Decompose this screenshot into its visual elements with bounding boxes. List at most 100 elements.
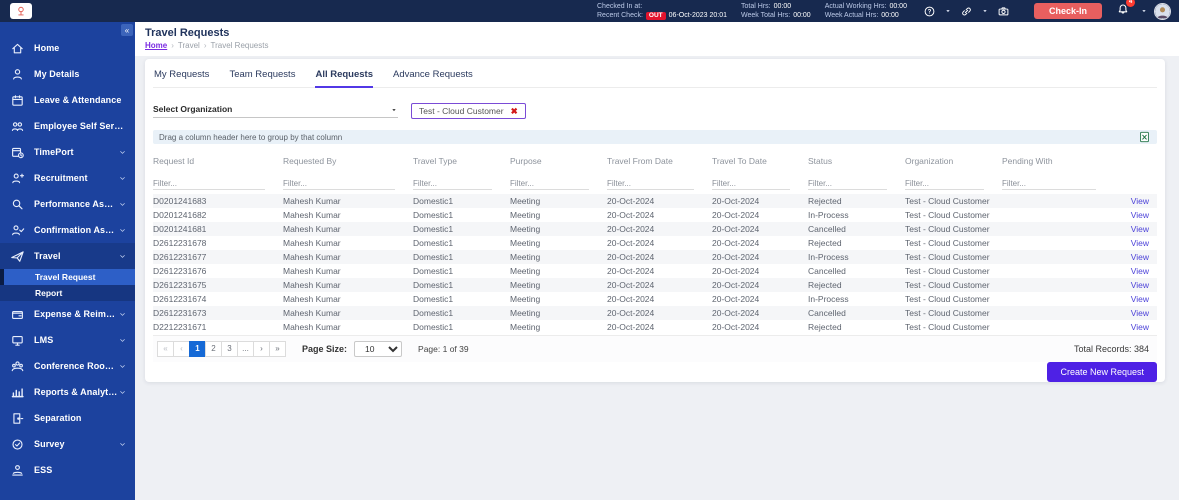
- sidebar-item-reports-analytics[interactable]: Reports & Analytics: [0, 379, 135, 405]
- page-title: Travel Requests: [145, 27, 230, 39]
- sidebar-item-employee-self-service[interactable]: Employee Self Service: [0, 113, 135, 139]
- cell-requested-by: Mahesh Kumar: [283, 294, 341, 304]
- cell-actions: View: [1114, 210, 1157, 220]
- filter-input-organization[interactable]: [905, 178, 984, 190]
- view-link[interactable]: View: [1131, 294, 1149, 304]
- column-header-label[interactable]: Request Id: [153, 156, 194, 166]
- view-link[interactable]: View: [1131, 238, 1149, 248]
- sidebar-subitem-travel-request[interactable]: Travel Request: [0, 269, 135, 285]
- view-link[interactable]: View: [1131, 280, 1149, 290]
- cell-status: Rejected: [808, 322, 842, 332]
- cell-requested-by: Mahesh Kumar: [283, 252, 341, 262]
- filter-input-travel-type[interactable]: [413, 178, 492, 190]
- app-logo[interactable]: [10, 3, 32, 19]
- camera-icon[interactable]: [997, 5, 1010, 18]
- filter-input-pending-with[interactable]: [1002, 178, 1096, 190]
- cell-organization: Test - Cloud Customer: [905, 196, 990, 206]
- column-header-label[interactable]: Travel To Date: [712, 156, 767, 166]
- cell-to-date: 20-Oct-2024: [712, 238, 760, 248]
- organization-select[interactable]: Select Organization: [153, 104, 398, 118]
- filter-input-travel-from-date[interactable]: [607, 178, 694, 190]
- pager-button-8250[interactable]: ›: [253, 341, 270, 357]
- view-link[interactable]: View: [1131, 266, 1149, 276]
- chevron-down-icon[interactable]: [944, 7, 952, 15]
- column-header-label[interactable]: Purpose: [510, 156, 542, 166]
- sidebar: « Home My Details Leave & Attendance Employ…: [0, 22, 135, 500]
- column-header-label[interactable]: Travel Type: [413, 156, 457, 166]
- monitor-icon: [10, 333, 25, 348]
- sidebar-item-conference-room-booking[interactable]: Conference Room Booking: [0, 353, 135, 379]
- notification-count-badge: 4: [1126, 0, 1135, 7]
- chevron-down-icon: [118, 148, 127, 157]
- view-link[interactable]: View: [1131, 196, 1149, 206]
- cell-from-date: 20-Oct-2024: [607, 210, 655, 220]
- organization-select-label: Select Organization: [153, 104, 233, 114]
- cell-actions: View: [1114, 224, 1157, 234]
- week-total-hrs-label: Week Total Hrs:: [741, 12, 791, 19]
- sidebar-item-lms[interactable]: LMS: [0, 327, 135, 353]
- cell-status: Cancelled: [808, 308, 846, 318]
- sidebar-subitem-report[interactable]: Report: [0, 285, 135, 301]
- sidebar-collapse-button[interactable]: «: [121, 24, 133, 36]
- tab-all-requests[interactable]: All Requests: [315, 69, 373, 88]
- cell-travel-type: Domestic1: [413, 252, 454, 262]
- sidebar-item-expense-reimbursement[interactable]: Expense & Reimbursement: [0, 301, 135, 327]
- link-icon[interactable]: [960, 5, 973, 18]
- create-new-request-button[interactable]: Create New Request: [1047, 362, 1157, 382]
- check-circle-icon: [10, 437, 25, 452]
- column-header-label[interactable]: Requested By: [283, 156, 336, 166]
- check-info-column: Checked In at: Recent Check: OUT 06-Oct-…: [597, 2, 727, 20]
- breadcrumb: Home › Travel › Travel Requests: [145, 41, 1169, 50]
- column-header-label[interactable]: Travel From Date: [607, 156, 673, 166]
- sidebar-item-survey[interactable]: Survey: [0, 431, 135, 457]
- help-icon[interactable]: ?: [923, 5, 936, 18]
- check-in-button[interactable]: Check-In: [1033, 3, 1102, 19]
- notifications-bell[interactable]: 4: [1116, 0, 1135, 21]
- cell-purpose: Meeting: [510, 252, 541, 262]
- pager-button-187[interactable]: »: [269, 341, 286, 357]
- column-header-label[interactable]: Organization: [905, 156, 953, 166]
- cell-actions: View: [1114, 196, 1157, 206]
- sidebar-item-timeport[interactable]: TimePort: [0, 139, 135, 165]
- excel-export-icon[interactable]: [1138, 130, 1151, 144]
- chevron-down-icon[interactable]: [981, 7, 989, 15]
- column-header-label[interactable]: Status: [808, 156, 832, 166]
- chip-remove-icon[interactable]: ✖: [511, 107, 518, 116]
- sidebar-item-home[interactable]: Home: [0, 35, 135, 61]
- breadcrumb-travel: Travel: [177, 41, 200, 50]
- view-link[interactable]: View: [1131, 252, 1149, 262]
- tab-team-requests[interactable]: Team Requests: [229, 69, 295, 88]
- chevron-down-icon[interactable]: [1140, 7, 1148, 15]
- sidebar-item-separation[interactable]: Separation: [0, 405, 135, 431]
- page-size-select[interactable]: 10: [354, 341, 403, 357]
- breadcrumb-home[interactable]: Home: [145, 41, 167, 50]
- pager-button-8249: ‹: [173, 341, 190, 357]
- pager-button-50[interactable]: 2: [205, 341, 222, 357]
- pager-button-51[interactable]: 3: [221, 341, 238, 357]
- cell-purpose: Meeting: [510, 210, 541, 220]
- avatar[interactable]: [1154, 2, 1171, 20]
- sidebar-item-my-details[interactable]: My Details: [0, 61, 135, 87]
- pager-button-ellipsis[interactable]: ...: [237, 341, 254, 357]
- people-icon: [10, 119, 25, 134]
- view-link[interactable]: View: [1131, 210, 1149, 220]
- pager-button-49[interactable]: 1: [189, 341, 206, 357]
- sidebar-item-recruitment[interactable]: Recruitment: [0, 165, 135, 191]
- view-link[interactable]: View: [1131, 224, 1149, 234]
- sidebar-item-performance-assessment[interactable]: Performance Assessment: [0, 191, 135, 217]
- sidebar-item-ess[interactable]: ESS: [0, 457, 135, 483]
- filter-input-purpose[interactable]: [510, 178, 589, 190]
- filter-input-status[interactable]: [808, 178, 887, 190]
- filter-input-travel-to-date[interactable]: [712, 178, 790, 190]
- sidebar-item-confirmation-assessment[interactable]: Confirmation Assessment: [0, 217, 135, 243]
- filter-input-requested-by[interactable]: [283, 178, 395, 190]
- filter-input-request-id[interactable]: [153, 178, 265, 190]
- view-link[interactable]: View: [1131, 308, 1149, 318]
- sidebar-item-leave-attendance[interactable]: Leave & Attendance: [0, 87, 135, 113]
- tab-my-requests[interactable]: My Requests: [154, 69, 209, 88]
- cell-organization: Test - Cloud Customer: [905, 238, 990, 248]
- sidebar-item-travel[interactable]: Travel: [0, 243, 135, 269]
- column-header-label[interactable]: Pending With: [1002, 156, 1053, 166]
- view-link[interactable]: View: [1131, 322, 1149, 332]
- tab-advance-requests[interactable]: Advance Requests: [393, 69, 473, 88]
